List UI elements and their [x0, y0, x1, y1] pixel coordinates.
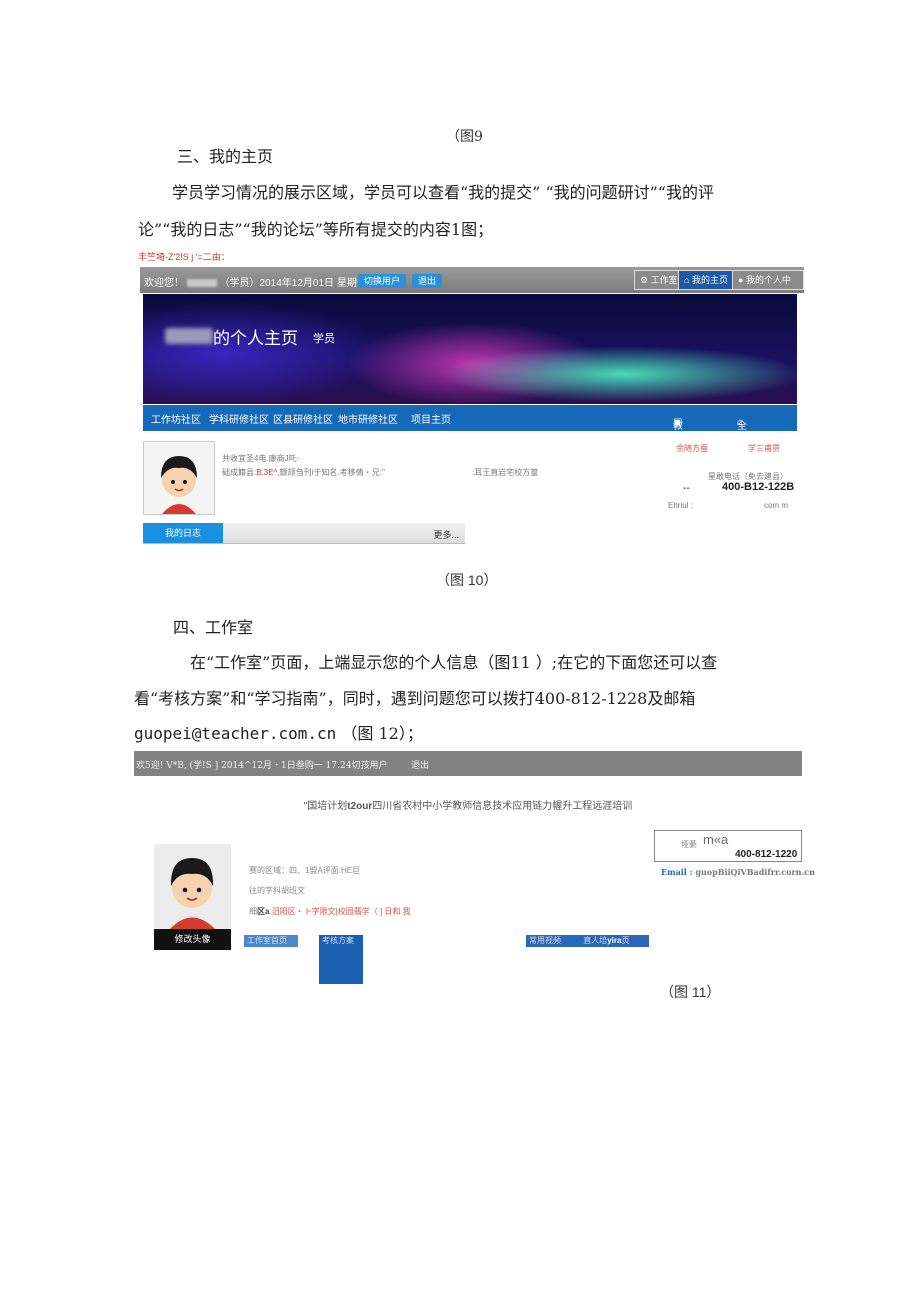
welcome-label: 欢迎您！ [144, 278, 184, 289]
project-title-c: 四川省农村中小学教师信息技术应用链力幄升工程远涯培训 [372, 801, 633, 812]
assessment-plan-button[interactable]: 考核方案 [319, 935, 363, 984]
link-guide[interactable]: 学三甫贾 [748, 443, 780, 454]
top-bar: 欢迎您！ （学员）2014年12月01日 星期一 17:24 切换用户 退出 ⚙… [140, 267, 804, 303]
diary-tab-bar: 我的日志 更多... [143, 523, 465, 544]
gear-icon: ⚙ [640, 275, 649, 285]
user-icon: ● [738, 275, 744, 285]
phone-number: 400-B12-122B [722, 481, 795, 493]
blurred-username [186, 279, 217, 288]
contact-email-label: Email : [661, 867, 693, 877]
info-line-1: 共收宜圣4电.康商J吒· [222, 454, 300, 463]
link-assessment[interactable]: 余随方蚕 [676, 443, 708, 454]
home-icon: ⌂ [684, 275, 690, 285]
section-3-paragraph-line-1: 学员学习情况的展示区域，学员可以查看“我的提交” “我的问题研讨”“我的评 [172, 183, 714, 202]
logout-button[interactable]: 退出 [412, 274, 443, 288]
main-nav: 工作坊社区 学科研修社区 区县研修社区 地市研修社区 项目主页 ▣ 教师社区 ⌂… [143, 405, 797, 492]
region-line: 赛的区域：四、1盟A评面:HE巨 [249, 866, 361, 875]
email-label: Ehriul : [668, 501, 693, 510]
banner-role: 学员 [313, 333, 335, 345]
section-4-line-3-rest: （图 12）； [341, 724, 423, 743]
project-title-b: t2our [347, 801, 373, 812]
support-email: guopei@teacher.com.cn [134, 724, 337, 743]
info-line-2-right: :耳王直岩宅校方篁 [472, 468, 539, 477]
edit-avatar-button[interactable]: 修改头像 [154, 929, 231, 950]
switch-user-button[interactable]: 切换用户 [358, 274, 407, 288]
garbled-label: 丰竺埼-Z'2!S j '=二由： [138, 252, 230, 262]
nav-item-county[interactable]: 区县研修社区 [273, 411, 333, 426]
info-line-2-b: B.3E^ [256, 468, 278, 477]
tab-my-home[interactable]: ⌂ 我的主页 [678, 270, 734, 290]
tab-personal-center[interactable]: ● 我的个人中心 [732, 270, 804, 303]
section-3-paragraph-line-2: 论”“我的日志”“我的论坛”等所有提交的内容1图； [138, 220, 494, 239]
contact-email-value: guopBiiQiVBadifrr.corn.cn [695, 867, 815, 877]
phone-dash: -- [683, 483, 690, 494]
top-bar: 欢5迎! V*B, (学!S ] 2014^12月・1日叁购一 17:24切孩用… [134, 751, 802, 776]
workroom-home-button[interactable]: 工作室首页 [244, 935, 298, 947]
figure-10-caption: （图 10） [436, 572, 498, 588]
project-title-a: "国培计划 [303, 801, 348, 812]
email-value: com m [764, 501, 788, 510]
figure-11-workroom-screenshot: 欢5迎! V*B, (学!S ] 2014^12月・1日叁购一 17:24切孩用… [134, 751, 815, 1001]
logout-link[interactable]: 退出 [411, 758, 429, 771]
project-title: "国培计划t2our四川省农村中小学教师信息技术应用链力幄升工程远涯培训 [134, 797, 802, 812]
tab-workroom[interactable]: ⚙ 工作室 [634, 270, 684, 290]
group-line-b: 区a [257, 907, 270, 916]
guide-label-b: yira [607, 936, 622, 945]
section-3-heading: 三、我的主页 [177, 147, 274, 166]
section-4-line-2: 看“考核方案”和“学习指南”，同时，遇到问题您可以拨打400-812-1228及… [134, 689, 696, 708]
section-4-line-3: guopei@teacher.com.cn （图 12）； [134, 724, 423, 744]
guide-label: 直人培yira页 [583, 936, 629, 945]
banner: 的个人主页 学员 [143, 294, 797, 404]
guide-label-a: 直人培 [583, 936, 608, 945]
guide-label-c: 页 [621, 936, 630, 945]
nav-item-project[interactable]: 项目主页 [411, 411, 451, 426]
tab-my-home-label: 我的主页 [691, 275, 728, 285]
contact-phone: 400-812-1220 [735, 849, 798, 860]
tab-my-diary[interactable]: 我的日志 [143, 523, 223, 543]
avatar-image [154, 844, 231, 929]
nav-item-city[interactable]: 地市研修社区 [338, 411, 398, 426]
contact-box: 垭綦 m«a 400-812-1220 [654, 830, 802, 862]
video-guide-buttons[interactable]: 常用视频 直人培yira页 [526, 935, 649, 947]
section-4-heading: 四、工作室 [173, 618, 254, 637]
subject-line: 往的字科胡班文 [249, 886, 305, 895]
figure-10-homepage-screenshot: 欢迎您！ （学员）2014年12月01日 星期一 17:24 切换用户 退出 ⚙… [140, 267, 804, 547]
nav-item-workshop[interactable]: 工作坊社区 [151, 411, 201, 426]
group-line: 细区a:汨阳区・卜字限文|校园翡学（ ] 日和 我 [249, 906, 411, 917]
figure-9-caption: （图9 [446, 129, 483, 145]
blurred-name [165, 328, 213, 344]
common-video-label: 常用视频 [529, 936, 561, 945]
group-line-c: :汨阳区・卜字限文|校园翡学（ ] 日和 我 [269, 907, 411, 916]
nav-item-subject[interactable]: 学科研修社区 [209, 411, 269, 426]
info-line-2: 础成籍县:B.3E^,颤颉刍刊i于知名.考移倩・兄:'' [222, 467, 385, 478]
avatar [143, 441, 215, 515]
tab-workroom-label: 工作室 [650, 275, 678, 285]
banner-title: 的个人主页 [213, 329, 298, 348]
contact-box-label: 垭綦 [681, 840, 697, 849]
figure-11-caption: （图 11） [660, 984, 721, 1000]
contact-email: Email : guopBiiQiVBadifrr.corn.cn [661, 867, 815, 877]
group-line-a: 细 [249, 907, 257, 916]
section-4-line-1: 在“工作室”页面，上端显示您的个人信息（图11 ）;在它的下面您还可以查 [190, 653, 718, 672]
top-bar-info: 欢5迎! V*B, (学!S ] 2014^12月・1日叁购一 17:24切孩用… [136, 761, 388, 771]
avatar-image [144, 442, 214, 514]
info-line-2-c: ,颤颉刍刊i于知名.考移倩・兄:'' [277, 468, 385, 477]
info-line-2-a: 础成籍县: [222, 468, 257, 477]
contact-box-big: m«a [703, 832, 729, 847]
more-link[interactable]: 更多... [433, 528, 459, 541]
